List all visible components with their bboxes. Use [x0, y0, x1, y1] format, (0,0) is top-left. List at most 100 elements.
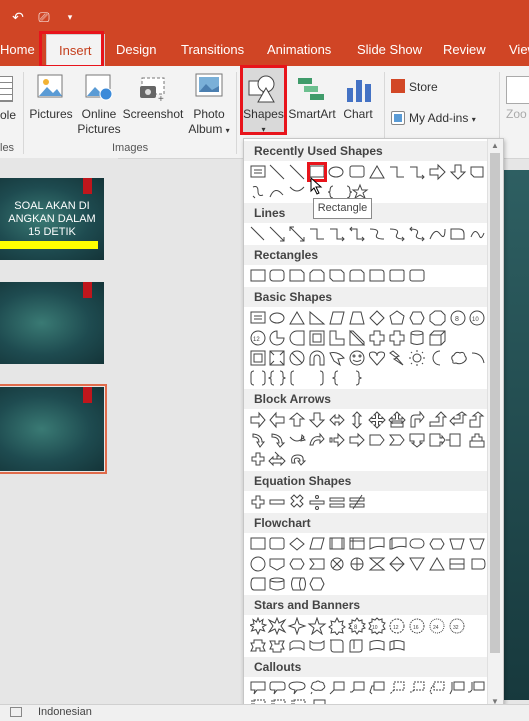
flowchart-row-2[interactable] [250, 555, 486, 573]
tab-home[interactable]: Home [0, 34, 35, 66]
store-button[interactable]: Store [409, 80, 438, 95]
slide-1-yellow-bar [0, 241, 98, 249]
tab-slide-show[interactable]: Slide Show [357, 34, 422, 66]
svg-text:32: 32 [453, 625, 459, 631]
rectangle-tooltip: Rectangle [313, 198, 372, 219]
undo-icon[interactable]: ↶ [10, 9, 26, 25]
photo-album-label-1: Photo [193, 107, 225, 121]
photo-album-label-2: Album ▾ [188, 122, 230, 136]
slide-editor-edge [501, 170, 529, 700]
customize-quick-access-icon[interactable]: ▾ [62, 9, 78, 25]
language-indicator[interactable]: Indonesian [38, 706, 92, 718]
svg-text:8: 8 [354, 625, 358, 631]
svg-text:10: 10 [472, 317, 479, 323]
lines-shapes-row[interactable] [250, 225, 486, 243]
slide-1-line-3: 15 DETIK [28, 226, 76, 238]
category-flowchart: Flowchart [244, 513, 487, 533]
category-basic-shapes: Basic Shapes [244, 287, 487, 307]
tab-design[interactable]: Design [116, 34, 156, 66]
slide-thumbnail-1[interactable]: SOAL AKAN DI ANGKAN DALAM 15 DETIK [0, 178, 104, 260]
slide-1-text: SOAL AKAN DI ANGKAN DALAM 15 DETIK [0, 200, 104, 239]
flowchart-row-1[interactable] [250, 535, 486, 553]
zoom-button-label[interactable]: Zoo [506, 107, 527, 122]
category-recently-used: Recently Used Shapes [244, 141, 487, 161]
shapes-gallery: Recently Used Shapes Lines Rectangles Ba… [243, 138, 504, 714]
online-pictures-button[interactable]: Online Pictures [74, 107, 124, 137]
store-icon[interactable] [391, 79, 405, 93]
smartart-button[interactable]: SmartArt [286, 107, 338, 122]
basic-shapes-row-4[interactable] [250, 369, 486, 387]
basic-shapes-row-1[interactable]: 8 10 [250, 309, 486, 327]
my-addins-button[interactable]: My Add-ins ▾ [409, 111, 476, 127]
category-rectangles: Rectangles [244, 245, 487, 265]
pictures-button[interactable]: Pictures [28, 107, 74, 122]
basic-shapes-row-3[interactable] [250, 349, 486, 367]
scrollbar-thumb[interactable] [490, 153, 500, 653]
svg-text:12: 12 [253, 337, 260, 343]
slide-accent-tag [83, 387, 92, 403]
photo-album-button[interactable]: Photo Album ▾ [186, 107, 232, 138]
svg-text:16: 16 [413, 625, 419, 631]
svg-text:8: 8 [455, 316, 459, 323]
shapes-button-highlight [240, 65, 287, 135]
block-arrows-row-1[interactable] [250, 411, 486, 429]
title-bar: ↶ ⎚ ▾ [0, 0, 529, 34]
recent-shapes-row-1[interactable] [250, 163, 486, 181]
screenshot-icon[interactable]: + [138, 74, 168, 105]
slide-thumbnails-pane: SOAL AKAN DI ANGKAN DALAM 15 DETIK [0, 158, 118, 704]
zoom-icon[interactable] [506, 76, 529, 104]
chart-icon[interactable] [344, 74, 374, 104]
slide-thumbnail-2[interactable] [0, 282, 104, 364]
pictures-icon[interactable] [36, 72, 66, 102]
mouse-cursor-icon [310, 176, 324, 195]
tables-group-label: les [0, 142, 15, 154]
smartart-icon[interactable] [296, 74, 326, 104]
tab-animations[interactable]: Animations [267, 34, 331, 66]
equation-shapes-row[interactable] [250, 493, 486, 511]
slideshow-from-start-icon[interactable]: ⎚ [36, 9, 52, 25]
svg-text:+: + [158, 94, 164, 104]
slide-accent-tag [83, 282, 92, 298]
online-pictures-icon[interactable] [84, 72, 114, 102]
category-callouts: Callouts [244, 657, 487, 677]
spellcheck-icon[interactable] [10, 707, 22, 717]
slide-1-line-2: ANGKAN DALAM [8, 213, 96, 225]
category-stars-banners: Stars and Banners [244, 595, 487, 615]
stars-banners-row-1[interactable]: 8 10 12 16 24 32 [250, 617, 486, 635]
flowchart-row-3[interactable] [250, 575, 486, 593]
tab-view[interactable]: View [509, 34, 529, 66]
svg-text:24: 24 [433, 625, 439, 631]
block-arrows-row-2[interactable] [250, 431, 486, 449]
slide-1-line-1: SOAL AKAN DI [14, 200, 90, 212]
category-block-arrows: Block Arrows [244, 389, 487, 409]
slide-thumbnail-3-selected[interactable] [0, 384, 107, 474]
svg-text:10: 10 [372, 625, 378, 631]
basic-shapes-row-2[interactable]: 12 [250, 329, 486, 347]
table-icon[interactable] [0, 76, 13, 102]
slide-accent-tag [83, 178, 92, 194]
tab-review[interactable]: Review [443, 34, 486, 66]
group-divider [236, 72, 237, 154]
scroll-up-icon[interactable]: ▲ [491, 141, 499, 150]
images-group-label: Images [112, 142, 149, 154]
group-divider [23, 72, 24, 154]
photo-album-icon[interactable] [194, 72, 224, 102]
svg-text:12: 12 [393, 625, 399, 631]
rectangles-shapes-row[interactable] [250, 267, 486, 285]
online-pictures-label-2: Pictures [77, 122, 121, 136]
dropdown-arrow-icon: ▾ [471, 115, 476, 124]
block-arrows-row-3[interactable] [250, 451, 486, 469]
gallery-scrollbar[interactable]: ▲ ▼ [487, 139, 503, 713]
table-button-label[interactable]: ole [0, 108, 16, 123]
stars-banners-row-2[interactable] [250, 637, 486, 655]
status-bar: Indonesian [0, 704, 529, 721]
category-equation-shapes: Equation Shapes [244, 471, 487, 491]
insert-tab-highlight [39, 31, 104, 68]
screenshot-button[interactable]: Screenshot [122, 107, 184, 122]
callouts-row-1[interactable] [250, 679, 486, 697]
online-pictures-label-1: Online [81, 107, 117, 121]
tab-transitions[interactable]: Transitions [181, 34, 244, 66]
dropdown-arrow-icon: ▾ [225, 126, 230, 135]
chart-button[interactable]: Chart [338, 107, 378, 122]
my-addins-icon[interactable] [391, 111, 405, 125]
